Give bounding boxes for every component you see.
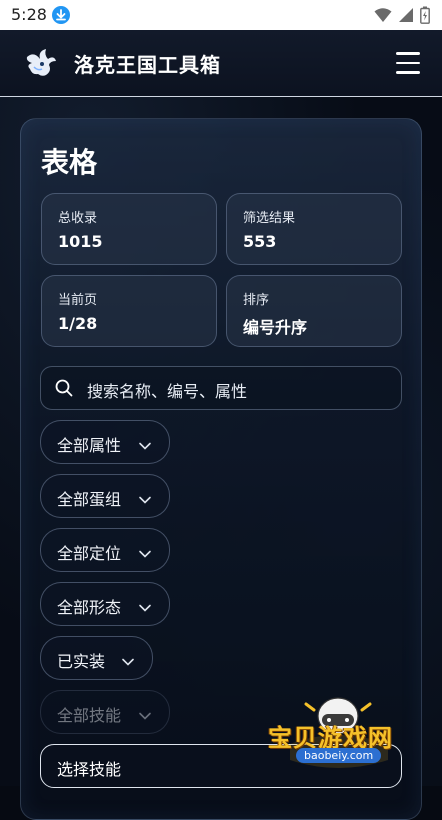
download-icon	[52, 6, 70, 24]
hamburger-icon-line	[396, 61, 420, 64]
status-bar: 5:28	[0, 0, 442, 30]
app-title: 洛克王国工具箱	[74, 53, 221, 77]
hamburger-icon-line	[396, 52, 420, 55]
status-time: 5:28	[11, 5, 47, 24]
stat-card-sort[interactable]: 排序 编号升序	[226, 275, 402, 347]
app-logo-icon	[24, 47, 58, 79]
filter-attribute[interactable]: 全部属性	[40, 420, 170, 464]
filter-label: 全部形态	[57, 598, 122, 617]
stat-card-filtered: 筛选结果 553	[226, 193, 402, 265]
stat-label: 筛选结果	[243, 211, 296, 226]
hamburger-icon-line	[396, 71, 420, 74]
chevron-down-icon	[138, 436, 152, 450]
signal-icon	[398, 7, 414, 27]
app-header: 洛克王国工具箱	[0, 30, 442, 97]
stat-value: 553	[243, 232, 277, 251]
filter-implemented[interactable]: 已实装	[40, 636, 153, 680]
menu-button[interactable]	[396, 52, 420, 74]
filter-label: 全部蛋组	[57, 490, 122, 509]
stat-label: 总收录	[58, 211, 98, 226]
filter-label: 全部技能	[57, 706, 122, 725]
search-placeholder: 搜索名称、编号、属性	[87, 382, 248, 401]
filter-position[interactable]: 全部定位	[40, 528, 170, 572]
stat-label: 排序	[243, 293, 270, 308]
stat-value: 1/28	[58, 314, 98, 333]
chevron-down-icon	[138, 706, 152, 720]
stat-label: 当前页	[58, 293, 98, 308]
chevron-down-icon	[138, 598, 152, 612]
chevron-down-icon	[121, 652, 135, 666]
filter-label: 已实装	[57, 652, 106, 671]
wifi-icon	[374, 7, 392, 27]
stat-card-current-page: 当前页 1/28	[41, 275, 217, 347]
watermark-url: baobeiy.com	[296, 748, 382, 763]
chevron-down-icon	[138, 544, 152, 558]
stat-value: 编号升序	[243, 318, 308, 337]
filter-form[interactable]: 全部形态	[40, 582, 170, 626]
battery-icon	[420, 6, 430, 28]
chevron-down-icon	[138, 490, 152, 504]
filter-egg-group[interactable]: 全部蛋组	[40, 474, 170, 518]
search-input[interactable]: 搜索名称、编号、属性	[40, 366, 402, 410]
filter-label: 全部属性	[57, 436, 122, 455]
select-skill-label: 选择技能	[57, 760, 122, 779]
search-icon	[55, 379, 73, 397]
filter-skill: 全部技能	[40, 690, 170, 734]
page-title: 表格	[41, 146, 98, 179]
filter-label: 全部定位	[57, 544, 122, 563]
stat-value: 1015	[58, 232, 103, 251]
stat-card-total: 总收录 1015	[41, 193, 217, 265]
